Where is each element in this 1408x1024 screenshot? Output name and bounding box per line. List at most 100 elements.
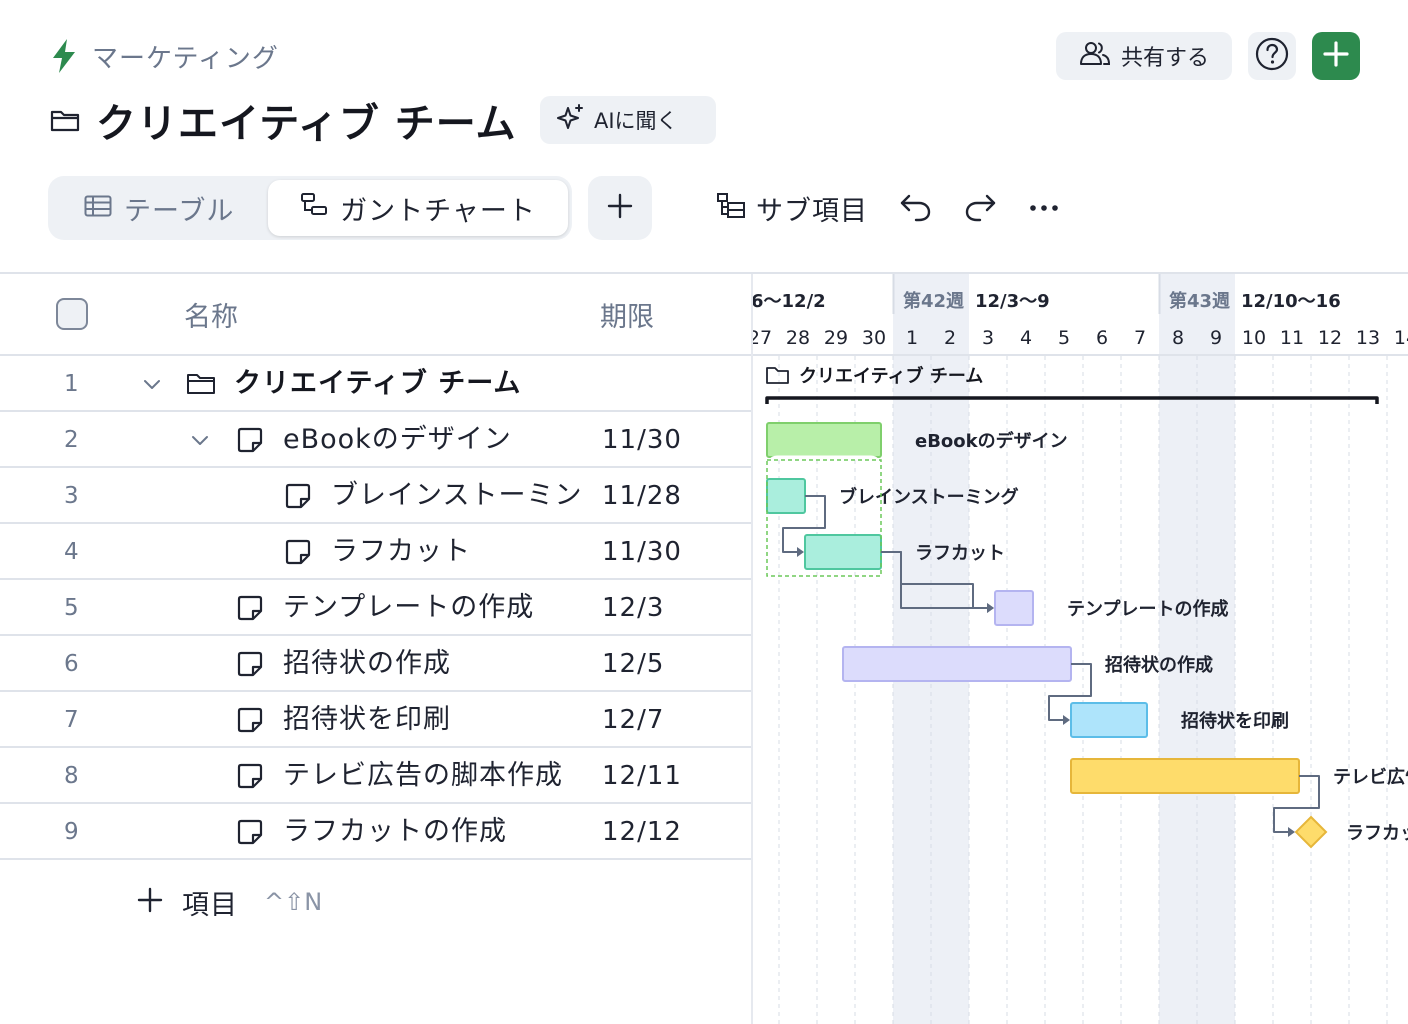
tab-gantt-label: ガントチャート: [340, 195, 536, 227]
table-row[interactable]: 5 テンプレートの作成 12/3: [0, 580, 752, 636]
gantt-bar: [1070, 758, 1300, 794]
gantt-dependency-arrow: [797, 547, 804, 557]
table-row[interactable]: 3 ブレインストーミング 11/28: [0, 468, 752, 524]
gantt-week-label: 6〜12/2: [753, 291, 826, 312]
gantt-bar-label: テレビ広告の脚本作成: [1333, 766, 1408, 788]
gantt-day-label: 28: [786, 327, 810, 349]
row-due[interactable]: 12/7: [602, 692, 664, 748]
table-icon: [84, 193, 112, 224]
row-due[interactable]: 12/5: [602, 636, 664, 692]
gantt-day-label: 10: [1242, 327, 1266, 349]
undo-button[interactable]: [898, 190, 934, 230]
gantt-bar-label: 招待状を印刷: [1181, 710, 1289, 732]
share-label: 共有する: [1120, 46, 1209, 71]
gantt-day-label: 13: [1356, 327, 1380, 349]
note-icon: [236, 706, 264, 738]
column-header-due[interactable]: 期限: [600, 274, 654, 354]
row-name[interactable]: 招待状を印刷: [283, 692, 583, 748]
table-row[interactable]: 7 招待状を印刷 12/7: [0, 692, 752, 748]
chevron-down-icon[interactable]: [142, 374, 162, 398]
table-row[interactable]: 2 eBookのデザイン 11/30: [0, 412, 752, 468]
gantt-day-label: 11: [1280, 327, 1304, 349]
subitem-label: サブ項目: [756, 195, 868, 227]
more-button[interactable]: [1026, 190, 1062, 230]
gantt-group-label: クリエイティブ チーム: [799, 365, 983, 387]
row-name[interactable]: ブレインストーミング: [331, 468, 583, 524]
row-number: 9: [64, 819, 79, 845]
table-row[interactable]: 6 招待状の作成 12/5: [0, 636, 752, 692]
gantt-day-label: 6: [1096, 327, 1108, 349]
gantt-dependency-arrow: [987, 603, 994, 613]
row-name[interactable]: 招待状の作成: [283, 636, 583, 692]
note-icon: [236, 762, 264, 794]
subitem-button[interactable]: サブ項目: [716, 186, 868, 230]
row-name[interactable]: ラフカット: [331, 524, 583, 580]
gantt-shaded-day: [1159, 274, 1197, 1024]
note-icon: [236, 594, 264, 626]
gantt-bar: [994, 590, 1034, 626]
gantt-milestone: [1294, 815, 1328, 849]
gantt-bar-label: eBookのデザイン: [915, 430, 1068, 452]
view-switcher: テーブル ガントチャート: [48, 176, 572, 240]
question-icon: [1255, 37, 1289, 75]
row-due[interactable]: 12/12: [602, 804, 682, 860]
row-due[interactable]: 11/30: [602, 524, 682, 580]
gantt-day-label: 12: [1318, 327, 1342, 349]
gantt-day-label: 8: [1172, 327, 1184, 349]
note-icon: [284, 482, 312, 514]
help-button[interactable]: [1248, 32, 1296, 80]
add-view-button[interactable]: [588, 176, 652, 240]
row-due[interactable]: 12/3: [602, 580, 664, 636]
table-row[interactable]: 1 クリエイティブ チーム: [0, 356, 752, 412]
gantt-day-label: 4: [1020, 327, 1032, 349]
header-actions: 共有する: [1056, 32, 1360, 80]
table-row[interactable]: 8 テレビ広告の脚本作成 12/11: [0, 748, 752, 804]
table-pane: 名称 期限 1 クリエイティブ チーム 2 eBookのデザイン 11/30 3…: [0, 274, 752, 1024]
gantt-day-label: 30: [862, 327, 886, 349]
tab-gantt[interactable]: ガントチャート: [268, 180, 568, 236]
row-number: 3: [64, 483, 79, 509]
gantt-day-label: 3: [982, 327, 994, 349]
row-name[interactable]: eBookのデザイン: [283, 412, 583, 468]
chevron-down-icon[interactable]: [190, 430, 210, 454]
sparkle-icon: [556, 103, 586, 138]
select-all-checkbox[interactable]: [56, 298, 88, 330]
share-button[interactable]: 共有する: [1056, 32, 1232, 80]
row-name[interactable]: テンプレートの作成: [283, 580, 583, 636]
ask-ai-button[interactable]: AIに聞く: [540, 96, 716, 144]
table-row[interactable]: 9 ラフカットの作成 12/12: [0, 804, 752, 860]
note-icon: [236, 818, 264, 850]
table-row[interactable]: 4 ラフカット 11/30: [0, 524, 752, 580]
gantt-bar-label: ラフカットの作成: [1346, 822, 1408, 844]
tab-table[interactable]: テーブル: [84, 180, 234, 236]
add-item-shortcut: ^⇧N: [264, 888, 323, 916]
subitem-icon: [716, 192, 746, 225]
gantt-dependency-arrow: [1288, 827, 1295, 837]
page-title: クリエイティブ チーム: [96, 101, 517, 147]
gantt-day-label: 14: [1394, 327, 1408, 349]
gantt-day-label: 27: [753, 327, 772, 349]
workspace-breadcrumb[interactable]: マーケティング: [50, 36, 279, 76]
row-name[interactable]: ラフカットの作成: [283, 804, 583, 860]
people-icon: [1079, 40, 1111, 72]
row-name[interactable]: クリエイティブ チーム: [234, 356, 584, 412]
row-due[interactable]: 11/30: [602, 412, 682, 468]
add-button[interactable]: [1312, 32, 1360, 80]
gantt-week-number: 第43週: [1169, 290, 1230, 312]
undo-icon: [898, 194, 934, 230]
redo-button[interactable]: [962, 190, 998, 230]
note-icon: [236, 650, 264, 682]
gantt-shaded-day: [1197, 274, 1235, 1024]
column-header-name[interactable]: 名称: [184, 274, 238, 354]
row-name[interactable]: テレビ広告の脚本作成: [283, 748, 583, 804]
add-item-button[interactable]: 項目 ^⇧N: [136, 878, 322, 926]
add-item-label: 項目: [182, 889, 238, 921]
gantt-day-label: 2: [944, 327, 956, 349]
folder-icon: [766, 367, 789, 384]
row-due[interactable]: 12/11: [602, 748, 682, 804]
row-number: 2: [64, 427, 79, 453]
row-due[interactable]: 11/28: [602, 468, 682, 524]
row-number: 6: [64, 651, 79, 677]
gantt-week-label: 12/10〜16: [1241, 291, 1341, 312]
note-icon: [236, 426, 264, 458]
